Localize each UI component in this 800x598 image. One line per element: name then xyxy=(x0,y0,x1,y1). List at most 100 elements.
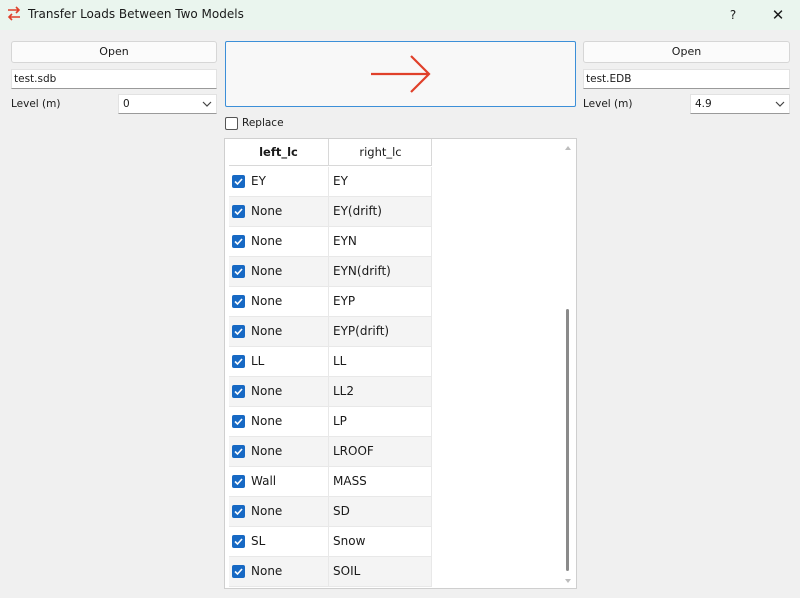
left-file-field[interactable]: test.sdb xyxy=(11,69,217,89)
left-lc-cell[interactable]: None xyxy=(229,407,329,437)
table-row[interactable]: None EYN xyxy=(229,227,432,257)
scrollbar-thumb[interactable] xyxy=(566,309,569,571)
left-lc-cell[interactable]: None xyxy=(229,197,329,227)
left-open-button[interactable]: Open xyxy=(11,41,217,63)
row-checkbox[interactable] xyxy=(232,505,245,518)
column-header-right-lc[interactable]: right_lc xyxy=(330,139,432,166)
table-row[interactable]: None SD xyxy=(229,497,432,527)
left-lc-cell[interactable]: None xyxy=(229,257,329,287)
table-row[interactable]: None EY(drift) xyxy=(229,197,432,227)
checkmark-icon xyxy=(234,268,243,276)
left-lc-cell[interactable]: None xyxy=(229,377,329,407)
right-lc-cell[interactable]: MASS xyxy=(333,474,367,488)
column-header-left-lc[interactable]: left_lc xyxy=(229,139,329,166)
right-lc-cell[interactable]: EYP xyxy=(333,294,355,308)
table-row[interactable]: SL Snow xyxy=(229,527,432,557)
checkmark-icon xyxy=(234,478,243,486)
row-checkbox[interactable] xyxy=(232,235,245,248)
checkmark-icon xyxy=(234,178,243,186)
replace-label: Replace xyxy=(242,117,284,129)
left-lc-cell[interactable]: None xyxy=(229,287,329,317)
checkmark-icon xyxy=(234,238,243,246)
table-row[interactable]: None SOIL xyxy=(229,557,432,587)
left-lc-cell[interactable]: EY xyxy=(229,167,329,197)
cell-divider xyxy=(431,557,432,587)
cell-divider xyxy=(431,257,432,287)
table-row[interactable]: LL LL xyxy=(229,347,432,377)
left-lc-value: Wall xyxy=(251,474,277,488)
chevron-down-icon xyxy=(775,101,785,107)
left-lc-value: None xyxy=(251,264,283,278)
right-lc-cell[interactable]: LP xyxy=(333,414,347,428)
checkmark-icon xyxy=(234,328,243,336)
left-level-label: Level (m) xyxy=(11,98,61,110)
transfer-direction-box[interactable] xyxy=(225,41,576,107)
checkmark-icon xyxy=(234,208,243,216)
right-level-select[interactable]: 4.9 xyxy=(690,94,790,114)
table-row[interactable]: Wall MASS xyxy=(229,467,432,497)
scroll-up-arrow-icon[interactable] xyxy=(564,144,572,152)
right-lc-cell[interactable]: LL xyxy=(333,354,346,368)
left-lc-cell[interactable]: None xyxy=(229,437,329,467)
left-lc-cell[interactable]: LL xyxy=(229,347,329,377)
right-lc-cell[interactable]: EYN xyxy=(333,234,357,248)
row-checkbox[interactable] xyxy=(232,355,245,368)
right-lc-cell[interactable]: Snow xyxy=(333,534,365,548)
checkmark-icon xyxy=(234,358,243,366)
table-row[interactable]: EY EY xyxy=(229,167,432,197)
right-file-field[interactable]: test.EDB xyxy=(583,69,790,89)
left-lc-cell[interactable]: SL xyxy=(229,527,329,557)
window-title: Transfer Loads Between Two Models xyxy=(28,7,244,21)
right-lc-cell[interactable]: SOIL xyxy=(333,564,360,578)
title-bar: Transfer Loads Between Two Models ? ✕ xyxy=(0,0,800,30)
cell-divider xyxy=(431,407,432,437)
table-row[interactable]: None LROOF xyxy=(229,437,432,467)
cell-divider xyxy=(431,437,432,467)
table-row[interactable]: None LP xyxy=(229,407,432,437)
right-lc-cell[interactable]: EY(drift) xyxy=(333,204,382,218)
left-lc-cell[interactable]: None xyxy=(229,227,329,257)
right-lc-cell[interactable]: LROOF xyxy=(333,444,374,458)
row-checkbox[interactable] xyxy=(232,295,245,308)
right-lc-cell[interactable]: EY xyxy=(333,174,348,188)
left-lc-value: None xyxy=(251,444,283,458)
row-checkbox[interactable] xyxy=(232,565,245,578)
table-row[interactable]: None EYP xyxy=(229,287,432,317)
row-checkbox[interactable] xyxy=(232,265,245,278)
row-checkbox[interactable] xyxy=(232,445,245,458)
help-button[interactable]: ? xyxy=(722,4,744,26)
right-lc-cell[interactable]: SD xyxy=(333,504,350,518)
replace-checkbox[interactable] xyxy=(225,117,238,130)
row-checkbox[interactable] xyxy=(232,415,245,428)
right-open-button[interactable]: Open xyxy=(583,41,790,63)
left-lc-value: None xyxy=(251,204,283,218)
row-checkbox[interactable] xyxy=(232,385,245,398)
table-row[interactable]: None LL2 xyxy=(229,377,432,407)
table-row[interactable]: None EYP(drift) xyxy=(229,317,432,347)
left-lc-cell[interactable]: Wall xyxy=(229,467,329,497)
left-lc-cell[interactable]: None xyxy=(229,557,329,587)
row-checkbox[interactable] xyxy=(232,535,245,548)
right-lc-cell[interactable]: EYP(drift) xyxy=(333,324,389,338)
row-checkbox[interactable] xyxy=(232,475,245,488)
right-lc-cell[interactable]: EYN(drift) xyxy=(333,264,391,278)
left-lc-cell[interactable]: None xyxy=(229,317,329,347)
right-lc-cell[interactable]: LL2 xyxy=(333,384,354,398)
scroll-down-arrow-icon[interactable] xyxy=(564,577,572,585)
row-checkbox[interactable] xyxy=(232,325,245,338)
left-lc-cell[interactable]: None xyxy=(229,497,329,527)
cell-divider xyxy=(431,497,432,527)
checkmark-icon xyxy=(234,538,243,546)
load-case-table[interactable]: left_lc right_lc EY EY None EY(drift) None EY… xyxy=(224,138,577,589)
row-checkbox[interactable] xyxy=(232,205,245,218)
close-button[interactable]: ✕ xyxy=(766,4,790,26)
left-lc-value: None xyxy=(251,384,283,398)
left-level-select[interactable]: 0 xyxy=(118,94,217,114)
cell-divider xyxy=(431,197,432,227)
table-row[interactable]: None EYN(drift) xyxy=(229,257,432,287)
checkmark-icon xyxy=(234,508,243,516)
left-lc-value: None xyxy=(251,294,283,308)
left-lc-value: None xyxy=(251,324,283,338)
cell-divider xyxy=(431,467,432,497)
row-checkbox[interactable] xyxy=(232,175,245,188)
